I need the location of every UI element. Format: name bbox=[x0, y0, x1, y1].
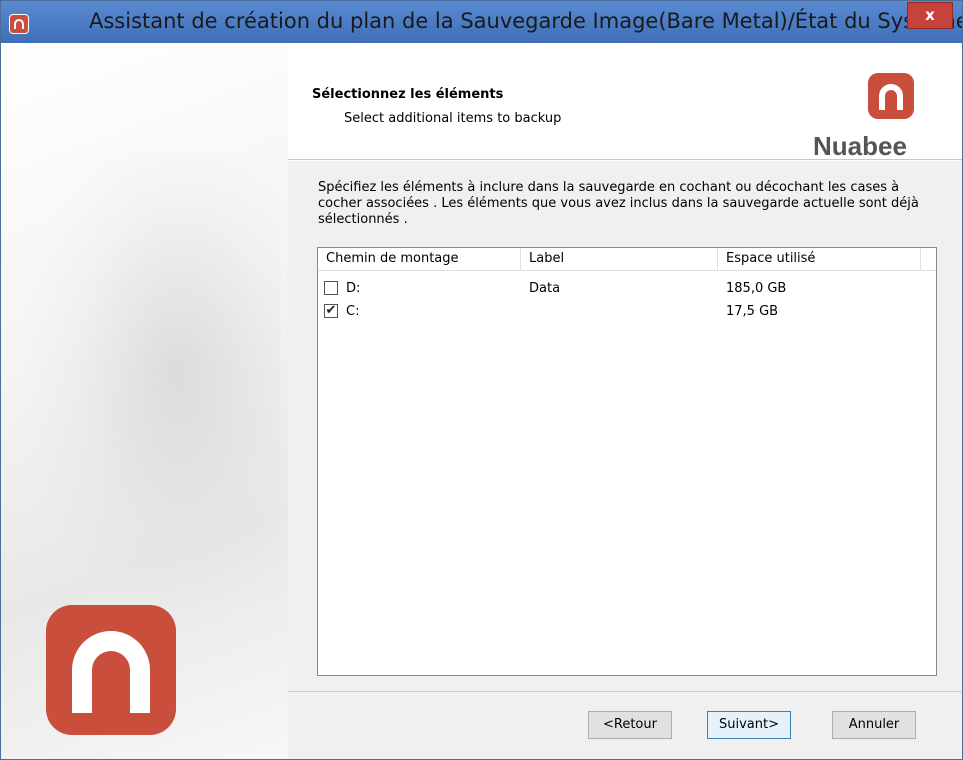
header-divider-highlight bbox=[288, 160, 962, 161]
table-row[interactable]: D: Data 185,0 GB bbox=[318, 278, 936, 300]
row-space: 17,5 GB bbox=[726, 304, 779, 319]
close-button[interactable]: x bbox=[907, 2, 953, 29]
row-space: 185,0 GB bbox=[726, 281, 787, 296]
row-checkbox-c[interactable]: ✔ bbox=[324, 304, 338, 318]
page-subtitle: Select additional items to backup bbox=[344, 111, 562, 126]
wizard-sidebar bbox=[1, 43, 288, 759]
column-header-label[interactable]: Label bbox=[521, 248, 718, 270]
column-header-space[interactable]: Espace utilisé bbox=[718, 248, 921, 270]
row-path: C: bbox=[346, 304, 360, 319]
brand-name: Nuabee bbox=[813, 131, 907, 161]
list-header: Chemin de montage Label Espace utilisé bbox=[318, 248, 936, 271]
items-list[interactable]: Chemin de montage Label Espace utilisé D… bbox=[317, 247, 937, 676]
wizard-window: Assistant de création du plan de la Sauv… bbox=[0, 0, 963, 760]
window-title: Assistant de création du plan de la Sauv… bbox=[89, 9, 963, 33]
page-title: Sélectionnez les éléments bbox=[312, 87, 504, 102]
title-bar: Assistant de création du plan de la Sauv… bbox=[1, 1, 962, 43]
footer-divider bbox=[288, 691, 962, 692]
next-button[interactable]: Suivant> bbox=[707, 711, 791, 739]
back-button[interactable]: <Retour bbox=[588, 711, 672, 739]
row-label: Data bbox=[529, 281, 561, 296]
row-path: D: bbox=[346, 281, 361, 296]
nuabee-logo-icon bbox=[868, 73, 914, 119]
row-checkbox-d[interactable] bbox=[324, 281, 338, 295]
nuabee-large-logo bbox=[46, 605, 176, 735]
cancel-button[interactable]: Annuler bbox=[832, 711, 916, 739]
sidebar-background-image bbox=[21, 153, 281, 633]
instructions-text: Spécifiez les éléments à inclure dans la… bbox=[318, 180, 919, 227]
nuabee-app-icon bbox=[9, 14, 29, 34]
table-row[interactable]: ✔ C: 17,5 GB bbox=[318, 301, 936, 323]
wizard-header: Sélectionnez les éléments Select additio… bbox=[288, 43, 962, 161]
column-header-path[interactable]: Chemin de montage bbox=[318, 248, 521, 270]
